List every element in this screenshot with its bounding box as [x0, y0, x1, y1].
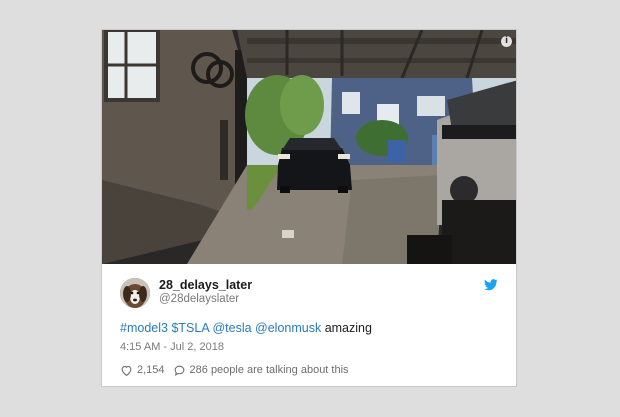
- tweet-actions: 2,154 286 people are talking about this: [120, 363, 349, 377]
- speech-bubble-icon[interactable]: [173, 364, 186, 377]
- conversation-count[interactable]: 286 people are talking about this: [190, 364, 349, 376]
- tweet-timestamp[interactable]: 4:15 AM - Jul 2, 2018: [120, 341, 224, 353]
- tweet-entity-link[interactable]: @tesla: [212, 321, 251, 335]
- heart-icon[interactable]: [120, 364, 133, 377]
- embedded-tweet-card[interactable]: i 28_delays_later @28delayslater #model3…: [101, 29, 517, 387]
- like-count[interactable]: 2,154: [137, 364, 165, 376]
- tweet-entity-link[interactable]: $TSLA: [171, 321, 209, 335]
- author-name[interactable]: 28_delays_later: [159, 278, 252, 292]
- twitter-bird-icon[interactable]: [484, 279, 498, 291]
- tweet-video-media[interactable]: i: [102, 30, 516, 264]
- dog-avatar-image: [120, 278, 150, 308]
- info-icon[interactable]: i: [501, 36, 512, 47]
- author-handle[interactable]: @28delayslater: [159, 293, 239, 305]
- avatar[interactable]: [120, 278, 150, 308]
- garage-driveway-video-frame: [102, 30, 516, 264]
- tweet-author: 28_delays_later @28delayslater: [120, 278, 500, 308]
- tweet-text-fragment: amazing: [321, 321, 372, 335]
- tweet-entity-link[interactable]: #model3: [120, 321, 168, 335]
- tweet-text: #model3 $TSLA @tesla @elonmusk amazing: [120, 321, 372, 335]
- tweet-entity-link[interactable]: @elonmusk: [255, 321, 321, 335]
